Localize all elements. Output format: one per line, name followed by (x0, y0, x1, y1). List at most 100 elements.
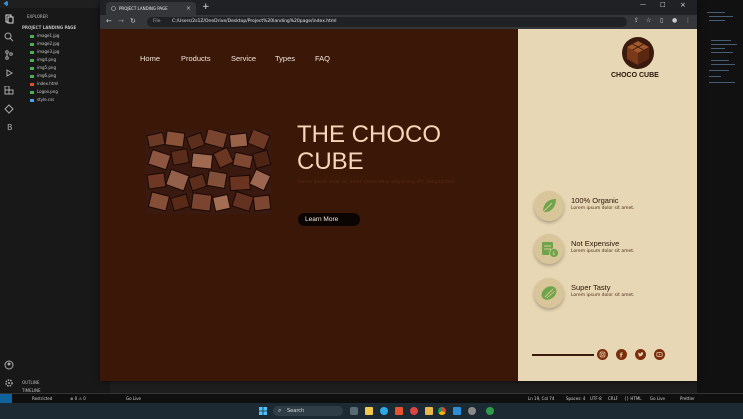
nav-types[interactable]: Types (275, 54, 295, 63)
files-icon[interactable] (4, 14, 14, 24)
address-bar: ← → ↻ File C:/Users/2s1Z/OneDrive/Deskto… (100, 15, 697, 29)
account-icon[interactable] (4, 360, 14, 370)
explorer-panel: EXPLORER PROJECT LANDING PAGE image1.jpg… (18, 8, 110, 393)
status-problems[interactable]: ⊗ 0 ⚠ 0 (70, 396, 86, 401)
feature-title: Not Expensive (571, 239, 620, 248)
status-encoding[interactable]: UTF-8 (590, 396, 602, 401)
feature-tasty: Super Tasty Lorem ipsum dolor sit amet. (534, 278, 634, 308)
settings-gear-icon[interactable] (4, 378, 14, 388)
status-spaces[interactable]: Spaces: 4 (566, 396, 585, 401)
url-prefix: File (153, 19, 161, 24)
new-tab-icon[interactable]: + (202, 2, 210, 12)
browser-tab[interactable]: PROJECT LANDING PAGE × (106, 2, 196, 15)
explorer-icon[interactable] (365, 407, 373, 415)
file-item[interactable]: img5.png (30, 65, 59, 73)
feature-organic: 100% Organic Lorem ipsum dolor sit amet. (534, 191, 634, 221)
url-bar[interactable]: File C:/Users/2s1Z/OneDrive/Desktop/Proj… (147, 17, 627, 27)
feature-title: 100% Organic (571, 196, 619, 205)
file-item[interactable]: img4.png (30, 57, 59, 65)
editor-minimap (697, 0, 743, 393)
reload-icon[interactable]: ↻ (130, 17, 136, 25)
youtube-icon[interactable] (654, 349, 665, 360)
globe-icon (111, 6, 116, 11)
run-debug-icon[interactable] (4, 68, 14, 78)
status-go-live[interactable]: Go Live (650, 396, 665, 401)
nav-home[interactable]: Home (140, 54, 160, 63)
file-name: img6.png (37, 73, 56, 78)
svg-text:$: $ (552, 251, 555, 257)
profile-icon[interactable]: ● (672, 17, 677, 24)
vscode-logo-icon (3, 1, 8, 6)
status-language[interactable]: {} HTML (624, 396, 642, 401)
file-item[interactable]: index.html (30, 81, 59, 89)
minimize-icon[interactable]: — (640, 1, 646, 8)
menu-dots-icon[interactable]: ⋮ (685, 17, 691, 24)
nav-faq[interactable]: FAQ (315, 54, 330, 63)
settings-icon[interactable] (468, 407, 476, 415)
edge-icon[interactable] (380, 407, 388, 415)
url-text: C:/Users/2s1Z/OneDrive/Desktop/Project%2… (172, 19, 337, 24)
nav-products[interactable]: Products (181, 54, 211, 63)
learn-more-button[interactable]: Learn More (298, 213, 360, 226)
close-window-icon[interactable]: × (680, 1, 686, 9)
sidepanel-icon[interactable]: ▯ (660, 17, 663, 24)
status-go-live-left[interactable]: Go Live (126, 396, 141, 401)
tasty-icon (534, 278, 564, 308)
file-item[interactable]: style.css (30, 97, 59, 105)
file-item[interactable]: image1.jpg (30, 33, 59, 41)
outline-section[interactable]: OUTLINE (22, 380, 39, 385)
feature-desc: Lorem ipsum dolor sit amet. (571, 249, 635, 254)
app2-icon[interactable] (425, 407, 433, 415)
file-type-icon (30, 90, 34, 94)
chrome-icon[interactable] (438, 407, 446, 415)
back-icon[interactable]: ← (106, 17, 112, 25)
maximize-icon[interactable]: □ (660, 1, 666, 8)
status-cursor[interactable]: Ln 19, Col 74 (528, 396, 554, 401)
file-name: img4.png (37, 57, 56, 62)
facebook-icon[interactable]: f (616, 349, 627, 360)
share-icon[interactable]: ⇪ (634, 17, 639, 24)
file-type-icon (30, 50, 34, 54)
project-folder[interactable]: PROJECT LANDING PAGE (22, 25, 76, 30)
file-name: Logoo.png (37, 89, 58, 94)
instagram-icon[interactable] (597, 349, 608, 360)
file-list: image1.jpg image2.jpg image3.jpg img4.png im… (30, 33, 59, 105)
nav-service[interactable]: Service (231, 54, 256, 63)
file-item[interactable]: image3.jpg (30, 49, 59, 57)
tab-close-icon[interactable]: × (186, 5, 191, 12)
forward-icon[interactable]: → (118, 17, 124, 25)
bookmark-icon[interactable]: B (4, 122, 14, 132)
file-name: image3.jpg (37, 49, 60, 54)
status-prettier[interactable]: Prettier (680, 396, 695, 401)
file-name: style.css (37, 97, 55, 102)
file-name: index.html (37, 81, 59, 86)
status-restricted[interactable]: Restricted (32, 396, 52, 401)
file-item[interactable]: image2.jpg (30, 41, 59, 49)
feature-desc: Lorem ipsum dolor sit amet. (571, 293, 635, 298)
feature-title: Super Tasty (571, 283, 611, 292)
money-icon: $ (534, 234, 564, 264)
star-icon[interactable]: ☆ (646, 17, 651, 24)
file-type-icon (30, 74, 34, 78)
taskview-icon[interactable] (350, 407, 358, 415)
taskbar-search-box[interactable]: ⌕ Search (273, 406, 343, 416)
windows-icon[interactable] (259, 407, 267, 415)
hero-title-line1: THE CHOCO (297, 121, 441, 148)
search-icon[interactable] (4, 32, 14, 42)
activity-bar: B (0, 8, 18, 393)
vscode-icon[interactable] (453, 407, 461, 415)
extensions-icon[interactable] (4, 86, 14, 96)
remote-icon[interactable] (4, 104, 14, 114)
store-icon[interactable] (395, 407, 403, 415)
file-name: img5.png (37, 65, 56, 70)
tab-bar: PROJECT LANDING PAGE × + — □ × (100, 0, 697, 15)
twitter-icon[interactable] (635, 349, 646, 360)
status-eol[interactable]: CRLF (608, 396, 618, 401)
file-item[interactable]: img6.png (30, 73, 59, 81)
file-type-icon (30, 66, 34, 70)
source-control-icon[interactable] (4, 50, 14, 60)
file-item[interactable]: Logoo.png (30, 89, 59, 97)
app3-icon[interactable] (486, 407, 494, 415)
app-icon[interactable] (410, 407, 418, 415)
hero-title: THE CHOCO CUBE (297, 121, 507, 175)
